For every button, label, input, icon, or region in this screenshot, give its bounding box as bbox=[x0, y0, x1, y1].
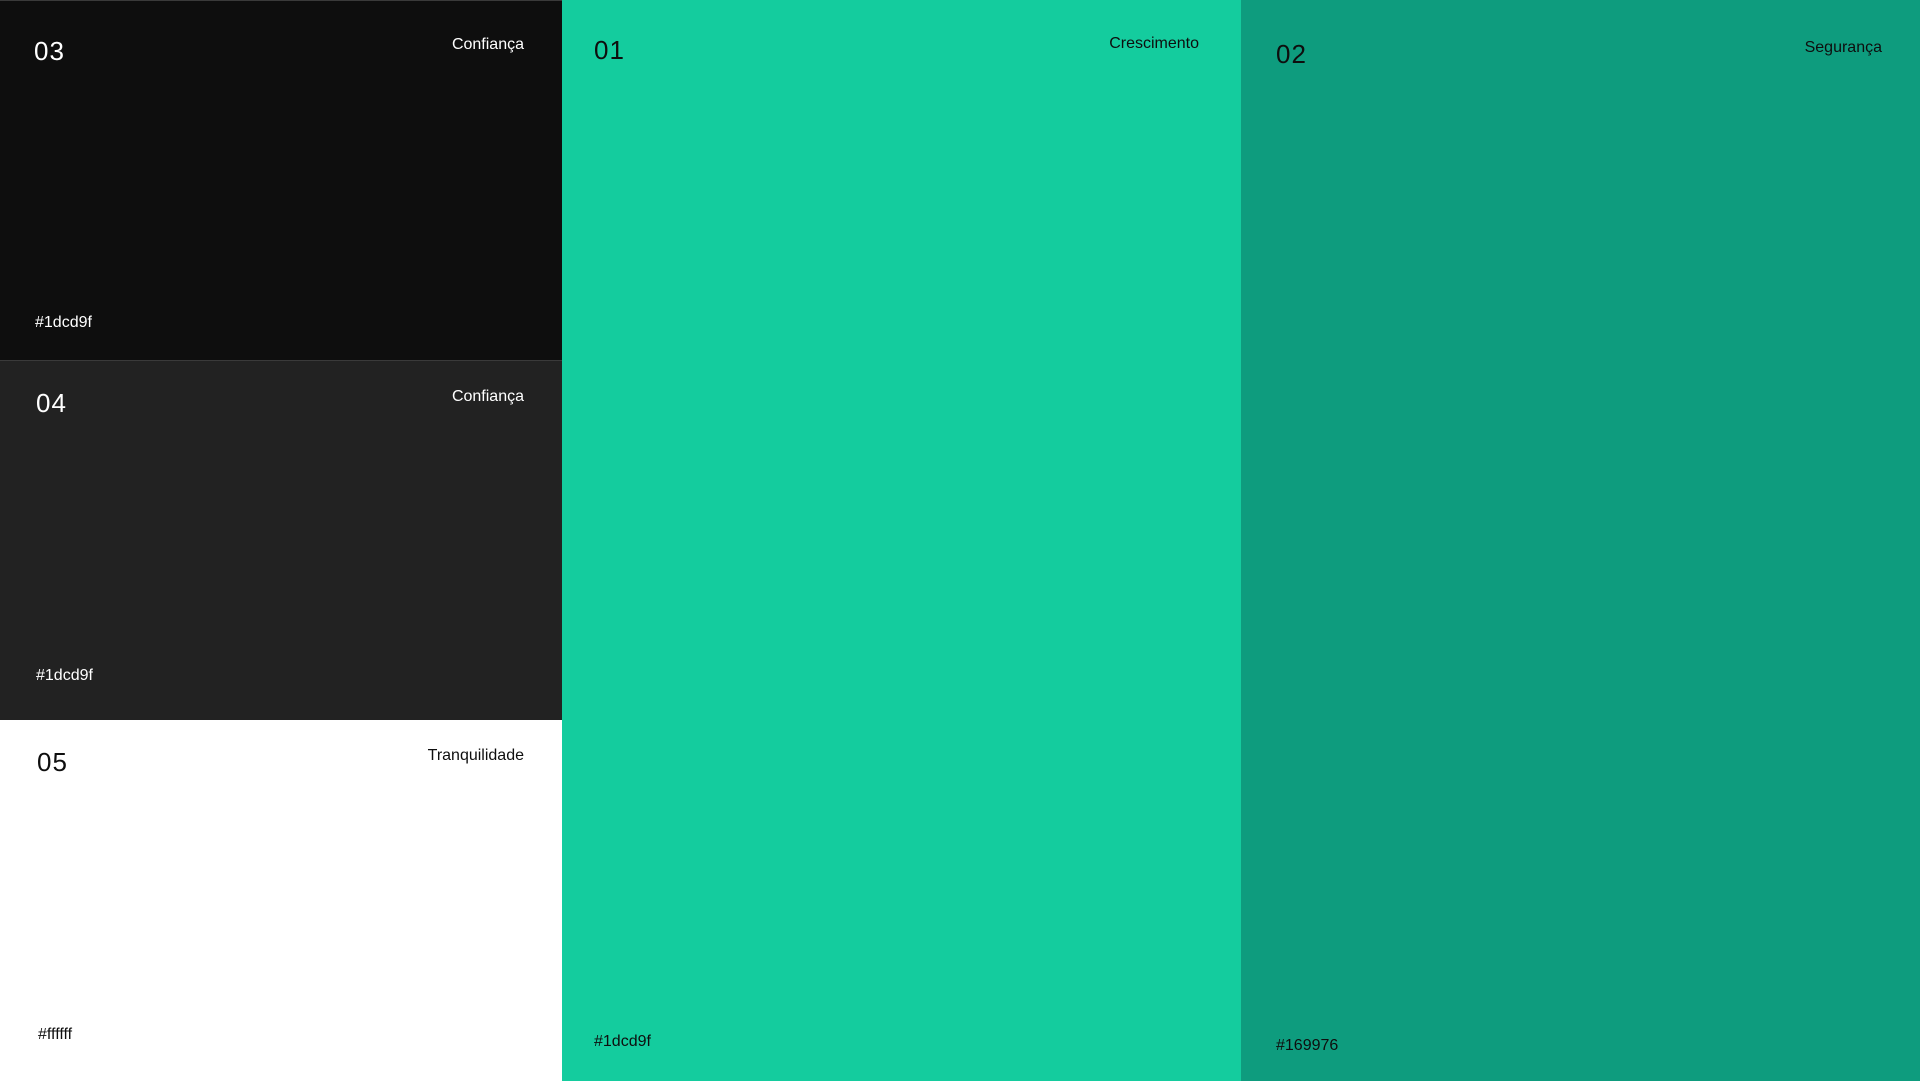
swatch-name: Segurança bbox=[1804, 39, 1882, 56]
swatch-02: 02 Segurança #169976 bbox=[1241, 0, 1920, 1081]
swatch-05: 05 Tranquilidade #ffffff bbox=[0, 720, 562, 1081]
swatch-name: Confiança bbox=[451, 36, 524, 53]
swatch-number: 01 bbox=[594, 35, 625, 65]
swatch-name: Confiança bbox=[451, 388, 524, 405]
swatch-04: 04 Confiança #1dcd9f bbox=[0, 360, 562, 720]
swatch-03: 03 Confiança #1dcd9f bbox=[0, 0, 562, 360]
swatch-number: 05 bbox=[37, 747, 68, 777]
swatch-hex-label: #1dcd9f bbox=[35, 314, 92, 331]
swatch-hex-label: #1dcd9f bbox=[36, 667, 93, 684]
swatch-name: Tranquilidade bbox=[427, 747, 524, 764]
swatch-number: 04 bbox=[36, 388, 67, 418]
swatch-number: 03 bbox=[34, 36, 65, 66]
swatch-hex-label: #1dcd9f bbox=[594, 1033, 651, 1050]
swatch-number: 02 bbox=[1276, 39, 1307, 69]
swatch-hex-label: #169976 bbox=[1276, 1037, 1339, 1054]
color-palette-board: 03 Confiança #1dcd9f 04 Confiança #1dcd9… bbox=[0, 0, 1920, 1081]
swatch-hex-label: #ffffff bbox=[38, 1026, 73, 1043]
swatch-01: 01 Crescimento #1dcd9f bbox=[562, 0, 1241, 1081]
swatch-name: Crescimento bbox=[1109, 35, 1199, 52]
